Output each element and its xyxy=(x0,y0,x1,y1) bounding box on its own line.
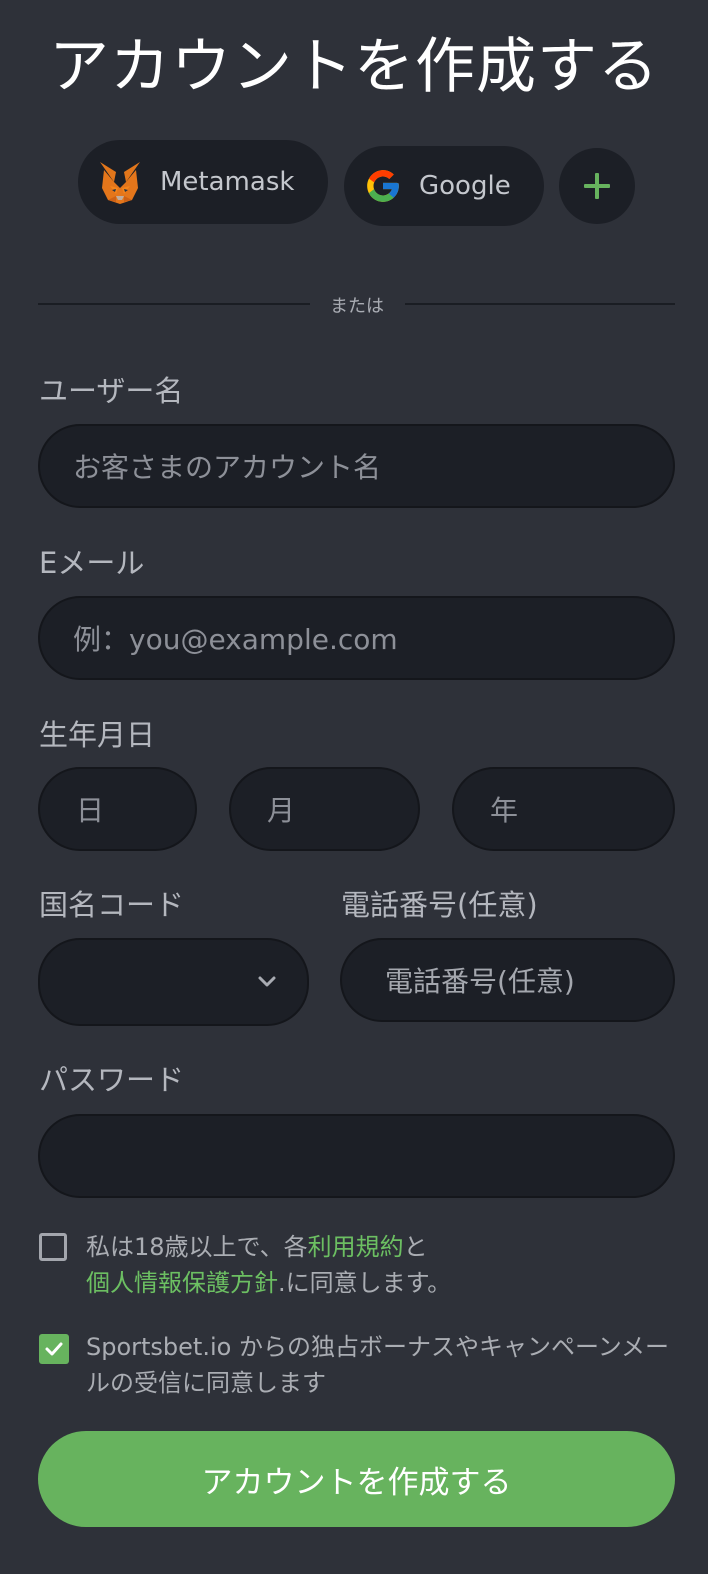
email-input[interactable]: 例：you@example.com xyxy=(38,596,675,680)
username-input[interactable]: お客さまのアカウント名 xyxy=(38,424,675,508)
phone-label: 電話番号(任意) xyxy=(341,888,538,922)
privacy-policy-link[interactable]: 個人情報保護方針 xyxy=(86,1269,278,1297)
email-label: Eメール xyxy=(39,546,145,580)
divider-or-text: または xyxy=(330,296,384,317)
create-account-button[interactable]: アカウントを作成する xyxy=(38,1431,675,1527)
birth-month-placeholder: 月 xyxy=(267,794,296,827)
google-icon xyxy=(364,167,402,205)
username-placeholder: お客さまのアカウント名 xyxy=(73,451,382,484)
password-label: パスワード xyxy=(39,1063,185,1097)
marketing-consent-text: Sportsbet.io からの独占ボーナスやキャンペーンメールの受信に同意しま… xyxy=(86,1333,670,1397)
email-placeholder: 例：you@example.com xyxy=(73,623,398,656)
create-account-label: アカウントを作成する xyxy=(201,1464,512,1501)
marketing-checkbox[interactable] xyxy=(39,1334,69,1364)
plus-icon xyxy=(582,171,612,201)
checkmark-icon xyxy=(44,1341,64,1357)
country-code-select[interactable] xyxy=(38,938,309,1026)
metamask-fox-icon xyxy=(96,158,144,206)
more-login-options-button[interactable] xyxy=(559,148,635,224)
terms-text-before: 私は18歳以上で、各 xyxy=(86,1233,308,1261)
google-login-button[interactable]: Google xyxy=(344,146,544,226)
terms-text-and: と xyxy=(403,1233,428,1261)
google-label: Google xyxy=(419,171,511,201)
terms-consent-text: 私は18歳以上で、各利用規約と 個人情報保護方針.に同意します。 xyxy=(86,1229,686,1301)
birth-day-input[interactable]: 日 xyxy=(38,767,197,851)
username-label: ユーザー名 xyxy=(39,374,184,408)
birth-year-input[interactable]: 年 xyxy=(452,767,675,851)
password-input[interactable] xyxy=(38,1114,675,1198)
terms-of-use-link[interactable]: 利用規約 xyxy=(308,1233,404,1261)
divider-line-right xyxy=(405,303,675,305)
birth-month-input[interactable]: 月 xyxy=(229,767,420,851)
page-title: アカウントを作成する xyxy=(49,32,659,102)
divider-line-left xyxy=(38,303,310,305)
terms-text-after: .に同意します。 xyxy=(278,1269,452,1297)
birth-day-placeholder: 日 xyxy=(76,794,105,827)
birth-year-placeholder: 年 xyxy=(490,794,519,827)
phone-placeholder: 電話番号(任意) xyxy=(385,965,575,998)
terms-checkbox[interactable] xyxy=(39,1233,67,1261)
country-code-label: 国名コード xyxy=(39,888,185,922)
chevron-down-icon xyxy=(257,975,277,989)
birthdate-label: 生年月日 xyxy=(39,718,156,752)
metamask-login-button[interactable]: Metamask xyxy=(78,140,328,224)
phone-input[interactable]: 電話番号(任意) xyxy=(340,938,675,1022)
metamask-label: Metamask xyxy=(160,167,295,197)
